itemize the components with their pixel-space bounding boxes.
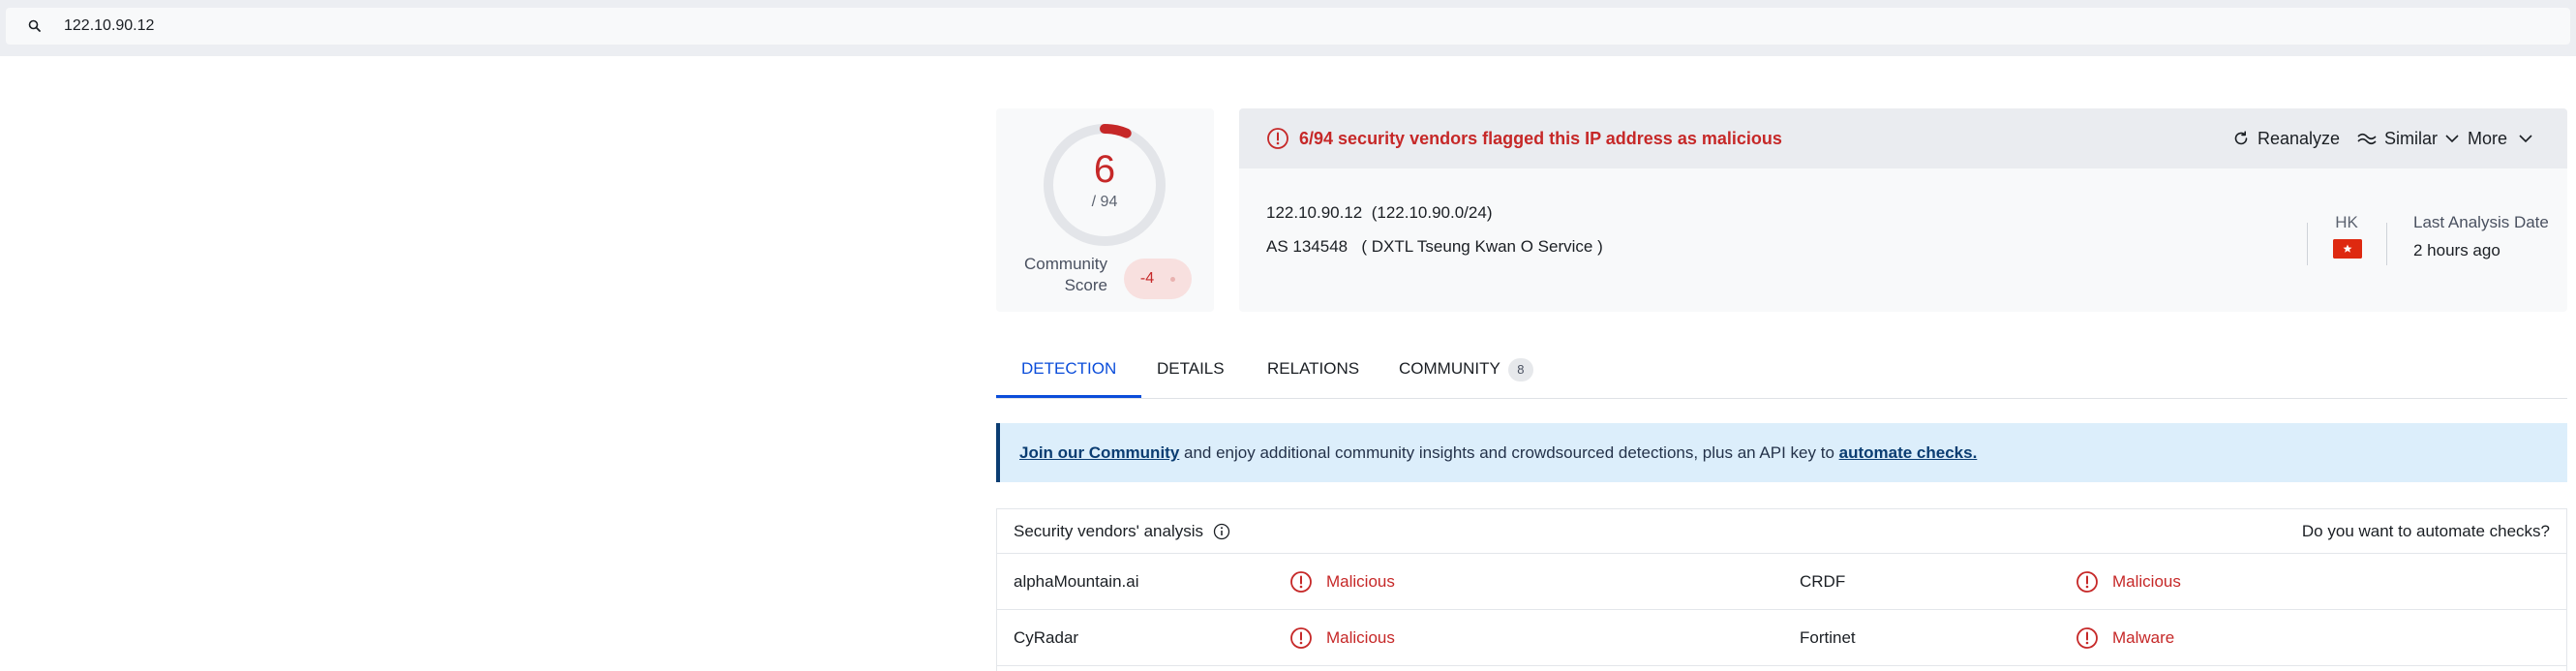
detection-total: / 94	[1091, 194, 1118, 210]
vendor-result-label: Malicious	[2112, 571, 2181, 591]
search-box[interactable]	[6, 8, 2570, 45]
vendor-name: CRDF	[1800, 572, 1846, 591]
last-analysis-label: Last Analysis Date	[2413, 213, 2549, 231]
similar-icon	[2357, 133, 2377, 145]
search-icon[interactable]	[27, 18, 43, 34]
detection-score-card: 6 / 94 Community Score -4	[996, 108, 1214, 312]
vendor-result-label: Malicious	[1326, 571, 1395, 591]
last-analysis-value: 2 hours ago	[2413, 241, 2500, 259]
chevron-down-icon	[2445, 135, 2459, 143]
tab-details[interactable]: DETAILS	[1157, 341, 1225, 397]
vendors-title: Security vendors' analysis	[1014, 522, 1203, 540]
community-score-dot	[1170, 277, 1175, 282]
alert-message: 6/94 security vendors flagged this IP ad…	[1299, 129, 1782, 148]
detection-count: 6	[1093, 148, 1116, 191]
divider	[2307, 223, 2308, 265]
vendor-result: Malicious	[2076, 554, 2181, 609]
community-score-value: -4	[1139, 270, 1155, 287]
info-icon[interactable]	[1213, 523, 1230, 540]
vendor-name: alphaMountain.ai	[1014, 572, 1139, 591]
as-name: ( DXTL Tseung Kwan O Service )	[1361, 237, 1603, 256]
vendor-result: Malicious	[1289, 610, 1395, 665]
community-score-label: Community Score	[1024, 255, 1107, 294]
tab-bar: DETECTION DETAILS RELATIONS COMMUNITY 8	[996, 341, 2567, 399]
alert-icon	[2076, 626, 2098, 649]
vendor-name: Fortinet	[1800, 628, 1856, 647]
join-community-link[interactable]: Join our Community	[1019, 443, 1179, 462]
similar-label: Similar	[2384, 128, 2439, 148]
tab-relations[interactable]: RELATIONS	[1267, 341, 1359, 397]
vendor-result: Malicious	[1289, 554, 1395, 609]
reanalyze-label: Reanalyze	[2258, 128, 2341, 148]
country-code: HK	[2335, 213, 2358, 231]
more-button[interactable]: More	[2468, 108, 2532, 168]
vendor-result-label: Malware	[2112, 627, 2175, 647]
table-row: alphaMountain.ai Malicious CRDF Maliciou…	[997, 554, 2566, 610]
ip-info-card: 6/94 security vendors flagged this IP ad…	[1239, 108, 2567, 312]
hk-flag-icon	[2333, 239, 2362, 259]
ip-network[interactable]: (122.10.90.0/24)	[1372, 203, 1493, 222]
chevron-down-icon	[2519, 135, 2532, 143]
vendors-analysis-table: Security vendors' analysis Do you want t…	[996, 508, 2567, 671]
automate-checks-prompt[interactable]: Do you want to automate checks?	[2302, 509, 2550, 553]
top-bar	[0, 0, 2576, 56]
community-count-badge: 8	[1507, 357, 1533, 381]
automate-checks-link[interactable]: automate checks.	[1839, 443, 1978, 462]
vendor-name: CyRadar	[1014, 628, 1079, 647]
search-input[interactable]	[64, 8, 1226, 45]
vendors-header: Security vendors' analysis Do you want t…	[997, 509, 2566, 554]
community-score-badge[interactable]: -4	[1124, 259, 1192, 299]
vendor-result: Malware	[2076, 610, 2174, 665]
vendor-result-label: Malicious	[1326, 627, 1395, 647]
alert-icon	[1290, 570, 1312, 593]
ip-address[interactable]: 122.10.90.12	[1266, 203, 1362, 222]
banner-message: and enjoy additional community insights …	[1179, 443, 1839, 462]
autonomous-system-line: AS 134548 ( DXTL Tseung Kwan O Service )	[1266, 237, 1603, 257]
tab-community[interactable]: COMMUNITY 8	[1399, 341, 1533, 397]
ip-address-line: 122.10.90.12 (122.10.90.0/24)	[1266, 203, 1492, 223]
tab-detection[interactable]: DETECTION	[996, 341, 1142, 398]
alert-icon	[1267, 128, 1288, 149]
divider	[2386, 223, 2387, 265]
banner-text: Join our Community and enjoy additional …	[1019, 423, 1977, 482]
reanalyze-icon	[2234, 131, 2248, 145]
tab-community-label: COMMUNITY	[1399, 359, 1500, 378]
alert-icon	[2076, 570, 2098, 593]
community-banner: Join our Community and enjoy additional …	[996, 423, 2567, 482]
alert-icon	[1290, 626, 1312, 649]
more-label: More	[2468, 128, 2508, 148]
similar-button[interactable]: Similar	[2357, 108, 2459, 168]
as-number[interactable]: AS 134548	[1266, 237, 1348, 256]
table-row: CyRadar Malicious Fortinet Malware	[997, 610, 2566, 666]
reanalyze-button[interactable]: Reanalyze	[2232, 108, 2340, 168]
alert-header: 6/94 security vendors flagged this IP ad…	[1239, 108, 2567, 168]
